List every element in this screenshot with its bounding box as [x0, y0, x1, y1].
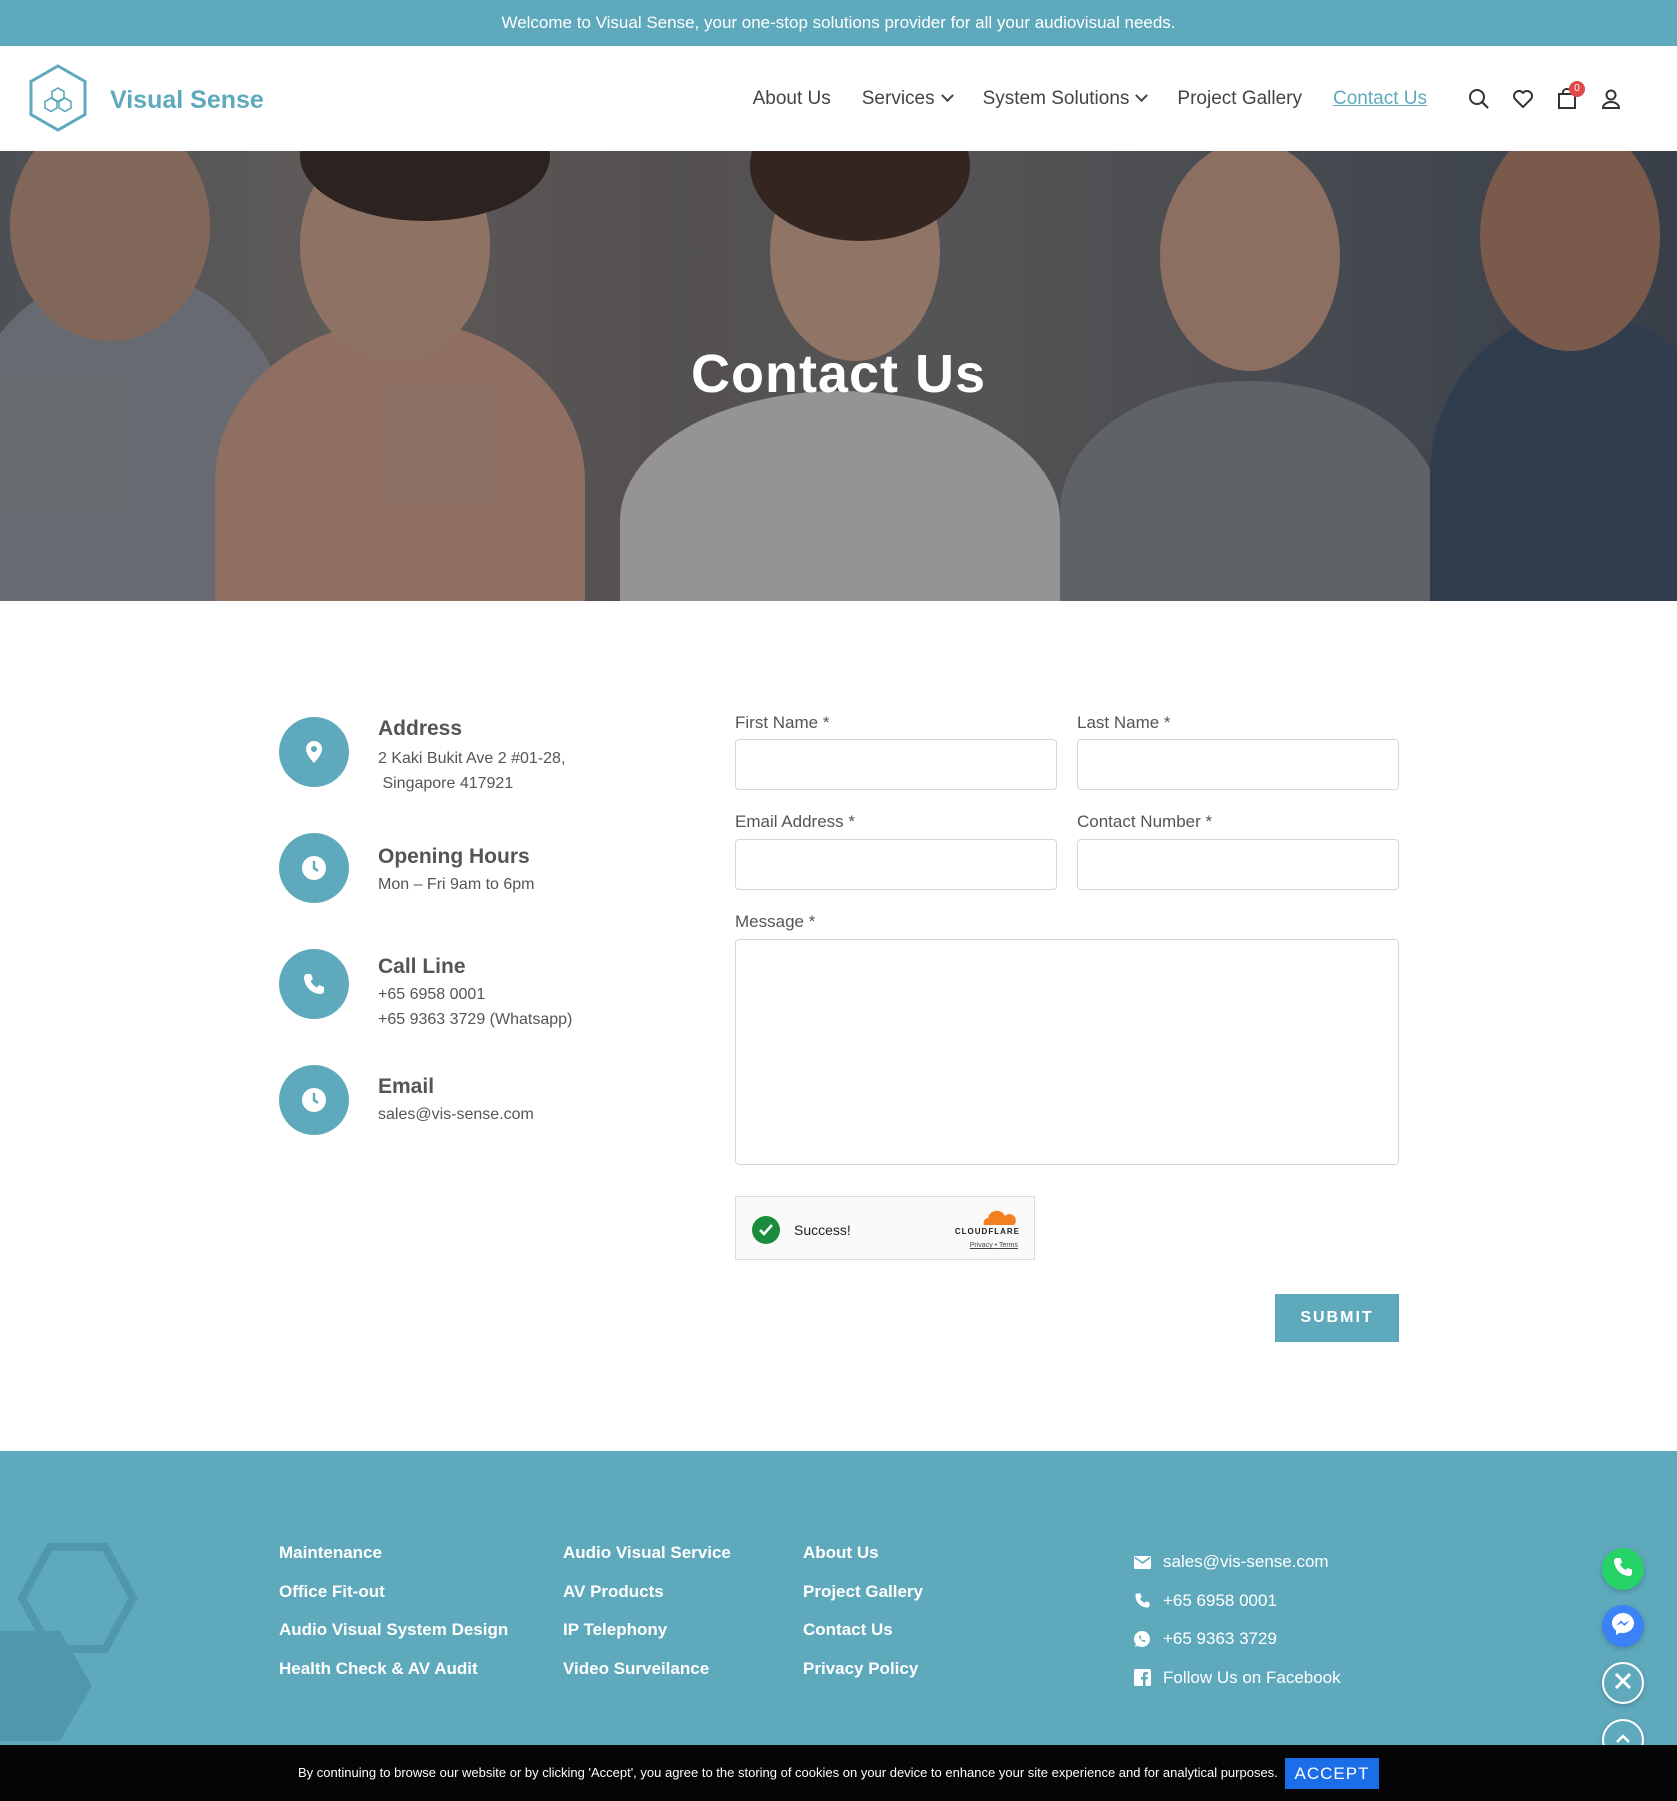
- footer-company-column: About Us Project Gallery Contact Us Priv…: [803, 1543, 923, 1697]
- footer-products-column: Audio Visual Service AV Products IP Tele…: [563, 1543, 731, 1697]
- chevron-down-icon: [940, 89, 954, 103]
- hexagon-decoration-icon: [0, 1543, 138, 1741]
- footer-whatsapp-row[interactable]: +65 9363 3729: [1133, 1620, 1341, 1659]
- footer-facebook-row[interactable]: Follow Us on Facebook: [1133, 1659, 1341, 1698]
- whatsapp-icon: [1611, 1555, 1635, 1584]
- messenger-chat-button[interactable]: [1602, 1605, 1644, 1647]
- footer-link-ip-telephony[interactable]: IP Telephony: [563, 1620, 731, 1659]
- footer-link-contact-us[interactable]: Contact Us: [803, 1620, 923, 1659]
- search-icon[interactable]: [1465, 85, 1493, 113]
- call-line-title: Call Line: [378, 955, 466, 978]
- nav-about-us[interactable]: About Us: [753, 88, 831, 110]
- captcha-privacy-link[interactable]: Privacy: [970, 1242, 993, 1249]
- phone-icon: [1133, 1592, 1151, 1610]
- cloudflare-brand: CLOUDFLARE: [954, 1227, 1020, 1236]
- cart-count-badge: 0: [1569, 80, 1585, 97]
- cart-bag-icon[interactable]: 0: [1553, 80, 1585, 113]
- opening-hours-title: Opening Hours: [378, 845, 530, 868]
- hero-banner: Contact Us: [0, 151, 1677, 601]
- announcement-text: Welcome to Visual Sense, your one-stop s…: [501, 13, 1176, 32]
- site-logo[interactable]: Visual Sense: [28, 64, 264, 137]
- captcha-status: Success!: [794, 1222, 851, 1238]
- footer-link-video-surveilance[interactable]: Video Surveilance: [563, 1659, 731, 1698]
- wishlist-heart-icon[interactable]: [1509, 85, 1537, 113]
- footer-link-av-system-design[interactable]: Audio Visual System Design: [279, 1620, 508, 1659]
- facebook-icon: [1133, 1669, 1151, 1687]
- cloudflare-captcha[interactable]: Success! CLOUDFLARE Privacy • Terms: [735, 1196, 1035, 1260]
- announcement-bar: Welcome to Visual Sense, your one-stop s…: [0, 0, 1677, 46]
- captcha-links: Privacy • Terms: [970, 1242, 1018, 1249]
- footer-link-office-fit-out[interactable]: Office Fit-out: [279, 1582, 508, 1621]
- header-icons: 0: [1449, 46, 1625, 151]
- footer-phone: +65 6958 0001: [1163, 1590, 1277, 1610]
- site-footer: Maintenance Office Fit-out Audio Visual …: [0, 1451, 1677, 1751]
- site-header: Visual Sense About Us Services System So…: [0, 46, 1677, 151]
- hexagon-cube-logo-icon: [28, 64, 88, 137]
- submit-button[interactable]: SUBMIT: [1275, 1294, 1399, 1342]
- email-address-field[interactable]: [735, 839, 1057, 890]
- captcha-link-separator: •: [994, 1242, 998, 1249]
- footer-email-row[interactable]: sales@vis-sense.com: [1133, 1543, 1341, 1582]
- footer-link-about-us[interactable]: About Us: [803, 1543, 923, 1582]
- chevron-down-icon: [1135, 89, 1149, 103]
- cookie-consent-bar: By continuing to browse our website or b…: [0, 1745, 1677, 1801]
- footer-email: sales@vis-sense.com: [1163, 1552, 1329, 1572]
- footer-link-health-check[interactable]: Health Check & AV Audit: [279, 1659, 508, 1698]
- cloudflare-cloud-icon: [983, 1210, 1016, 1225]
- opening-hours-line: Mon – Fri 9am to 6pm: [378, 876, 535, 893]
- footer-services-column: Maintenance Office Fit-out Audio Visual …: [279, 1543, 508, 1697]
- footer-link-privacy-policy[interactable]: Privacy Policy: [803, 1659, 923, 1698]
- email-address-label: Email Address *: [735, 812, 855, 831]
- whatsapp-chat-button[interactable]: [1602, 1548, 1644, 1590]
- contact-number-field[interactable]: [1077, 839, 1399, 890]
- call-line-whatsapp[interactable]: +65 9363 3729 (Whatsapp): [378, 1011, 572, 1029]
- call-line-phone[interactable]: +65 6958 0001: [378, 986, 485, 1004]
- checkmark-icon: [752, 1216, 780, 1244]
- phone-icon[interactable]: [279, 949, 349, 1019]
- footer-link-project-gallery[interactable]: Project Gallery: [803, 1582, 923, 1621]
- address-title: Address: [378, 717, 463, 740]
- footer-facebook: Follow Us on Facebook: [1163, 1667, 1341, 1687]
- address-line-2: Singapore 417921: [378, 775, 514, 792]
- clock-icon: [279, 833, 349, 903]
- message-textarea[interactable]: [735, 939, 1399, 1165]
- last-name-field[interactable]: [1077, 739, 1399, 790]
- footer-whatsapp: +65 9363 3729: [1163, 1629, 1277, 1649]
- nav-project-gallery[interactable]: Project Gallery: [1177, 88, 1302, 110]
- footer-phone-row[interactable]: +65 6958 0001: [1133, 1582, 1341, 1621]
- cookie-consent-text: By continuing to browse our website or b…: [298, 1765, 1278, 1780]
- close-chat-button[interactable]: [1602, 1662, 1644, 1704]
- map-pin-icon: [279, 717, 349, 787]
- address-line-1: 2 Kaki Bukit Ave 2 #01-28,: [378, 750, 566, 767]
- nav-contact-us[interactable]: Contact Us: [1333, 88, 1427, 110]
- captcha-terms-link[interactable]: Terms: [999, 1242, 1018, 1249]
- last-name-label: Last Name *: [1077, 713, 1171, 732]
- nav-services[interactable]: Services: [862, 88, 954, 110]
- whatsapp-icon: [1133, 1630, 1151, 1648]
- messenger-icon: [1610, 1611, 1636, 1642]
- main-nav: About Us Services System Solutions Proje…: [722, 46, 1427, 151]
- accept-cookies-button[interactable]: ACCEPT: [1285, 1758, 1379, 1789]
- user-account-icon[interactable]: [1597, 85, 1625, 113]
- email-address[interactable]: sales@vis-sense.com: [378, 1106, 534, 1124]
- email-title: Email: [378, 1075, 435, 1098]
- footer-contact-column: sales@vis-sense.com +65 6958 0001 +65 93…: [1133, 1543, 1341, 1697]
- contact-number-label: Contact Number *: [1077, 812, 1213, 831]
- nav-system-solutions[interactable]: System Solutions: [983, 88, 1149, 110]
- close-icon: [1614, 1672, 1632, 1695]
- footer-link-av-service[interactable]: Audio Visual Service: [563, 1543, 731, 1582]
- clock-icon: [279, 1065, 349, 1135]
- message-label: Message *: [735, 912, 816, 931]
- first-name-field[interactable]: [735, 739, 1057, 790]
- footer-link-av-products[interactable]: AV Products: [563, 1582, 731, 1621]
- envelope-icon: [1133, 1553, 1151, 1571]
- first-name-label: First Name *: [735, 713, 830, 732]
- page-title: Contact Us: [690, 344, 987, 404]
- brand-name: Visual Sense: [110, 86, 264, 114]
- footer-link-maintenance[interactable]: Maintenance: [279, 1543, 508, 1582]
